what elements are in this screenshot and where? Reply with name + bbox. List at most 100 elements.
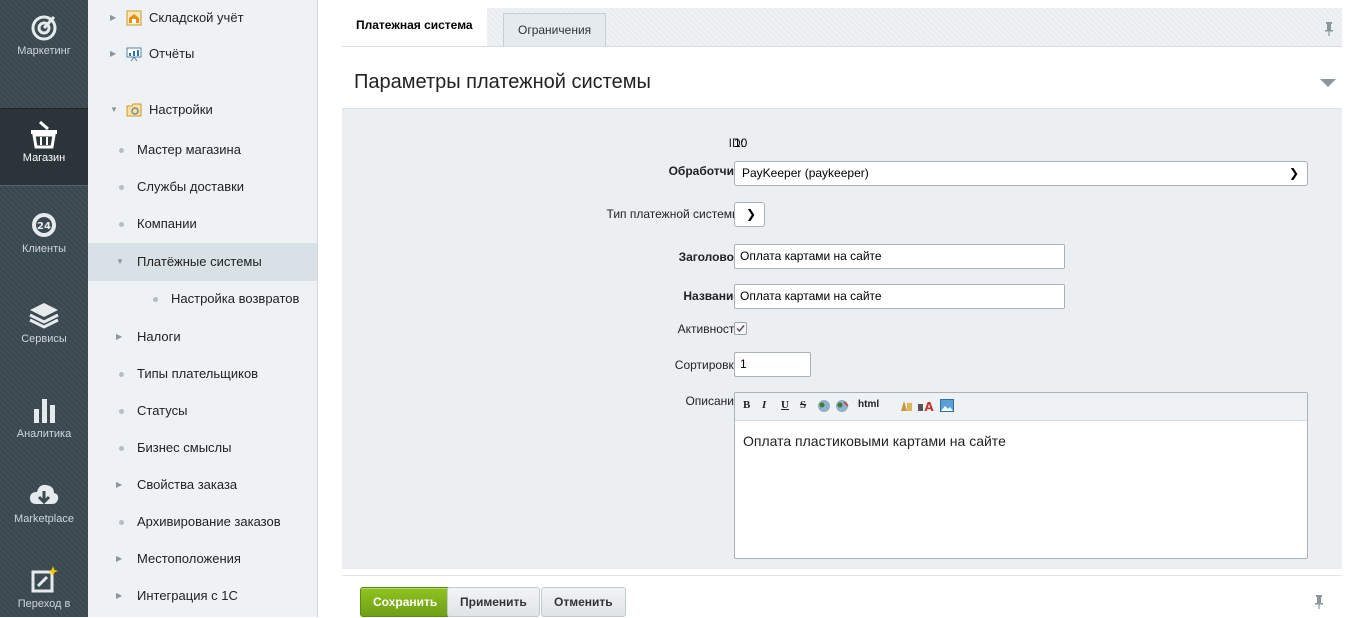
- bullet-icon: [119, 409, 124, 414]
- rail-label: Переход в: [17, 598, 71, 610]
- expand-arrow-icon[interactable]: ▶: [110, 36, 116, 72]
- apply-button[interactable]: Применить: [447, 587, 540, 617]
- italic-button[interactable]: I: [762, 399, 766, 411]
- pin-icon[interactable]: [1314, 595, 1324, 609]
- collapse-arrow-icon[interactable]: ▼: [116, 243, 124, 281]
- bullet-icon: [119, 222, 124, 227]
- rail-label: Аналитика: [16, 428, 72, 440]
- tree-item-1c-integration[interactable]: ▶ Интеграция с 1С: [88, 578, 317, 614]
- save-button[interactable]: Сохранить: [360, 587, 451, 617]
- tree-item-taxes[interactable]: ▶ Налоги: [88, 319, 317, 355]
- rail-item-analytics[interactable]: Аналитика: [0, 395, 88, 440]
- rail-item-services[interactable]: Сервисы: [0, 300, 88, 345]
- rail-label: Сервисы: [21, 333, 67, 345]
- payment-system-form: ID: 10 Обработчик: PayKeeper (paykeeper)…: [342, 108, 1342, 569]
- expand-arrow-icon[interactable]: ▶: [116, 319, 122, 355]
- navigation-tree: ▶ Складской учёт ▶ Отчёты ▼ Настройки Ма…: [88, 0, 318, 617]
- tree-item-label: Компании: [137, 216, 197, 231]
- tab-restrictions[interactable]: Ограничения: [503, 13, 607, 46]
- link-icon[interactable]: [817, 399, 831, 413]
- active-checkbox[interactable]: [734, 322, 747, 335]
- rail-label: Клиенты: [21, 243, 67, 255]
- tree-item-statuses[interactable]: Статусы: [88, 393, 317, 429]
- handler-label: Обработчик:: [668, 164, 744, 178]
- main-menu-rail: Маркетинг Магазин 24 Клиенты Сервисы Ана…: [0, 0, 88, 617]
- rail-item-marketing[interactable]: Маркетинг: [0, 12, 88, 57]
- tree-item-business-meanings[interactable]: Бизнес смыслы: [88, 430, 317, 466]
- svg-text:A: A: [924, 400, 934, 413]
- tab-payment-system[interactable]: Платежная система: [342, 8, 487, 46]
- tree-item-label: Статусы: [137, 403, 188, 418]
- insert-image-icon[interactable]: [940, 399, 954, 412]
- tree-item-label: Архивирование заказов: [137, 514, 281, 529]
- tree-item-delivery[interactable]: Службы доставки: [88, 169, 317, 205]
- ps-type-select[interactable]: ❯: [734, 202, 765, 227]
- cancel-button[interactable]: Отменить: [541, 587, 626, 617]
- pin-icon[interactable]: [1324, 22, 1334, 36]
- expand-arrow-icon[interactable]: ▶: [116, 467, 122, 503]
- edit-sparkle-icon: [31, 566, 58, 593]
- rail-item-marketplace[interactable]: Marketplace: [0, 480, 88, 525]
- insert-media-icon[interactable]: [899, 399, 913, 413]
- rail-label: Marketplace: [14, 513, 74, 525]
- tree-item-label: Настройка возвратов: [171, 291, 300, 306]
- tree-item-payment-systems[interactable]: ▼ Платёжные системы: [88, 243, 317, 281]
- expand-arrow-icon[interactable]: ▶: [116, 541, 122, 577]
- tree-item-companies[interactable]: Компании: [88, 206, 317, 242]
- collapse-triangle-icon[interactable]: [1320, 79, 1336, 88]
- tree-item-payer-types[interactable]: Типы плательщиков: [88, 356, 317, 392]
- settings-folder-icon: [126, 103, 142, 117]
- strike-button[interactable]: S: [800, 399, 806, 411]
- bullet-icon: [153, 297, 158, 302]
- tree-item-shop-wizard[interactable]: Мастер магазина: [88, 132, 317, 168]
- bullet-icon: [119, 185, 124, 190]
- tab-bar: Платежная система Ограничения: [342, 8, 1342, 47]
- tree-item-settings[interactable]: ▼ Настройки: [88, 92, 317, 128]
- rail-item-shop[interactable]: Магазин: [0, 108, 88, 186]
- underline-button[interactable]: U: [781, 399, 789, 411]
- editor-toolbar: B I U S html A: [735, 393, 1307, 421]
- cloud-download-icon: [30, 484, 59, 505]
- description-editor[interactable]: B I U S html A Оплата пластиковыми карта…: [734, 392, 1308, 559]
- form-footer: Сохранить Применить Отменить: [342, 575, 1342, 618]
- expand-arrow-icon[interactable]: ▶: [110, 0, 116, 36]
- layers-icon: [29, 303, 59, 329]
- description-text[interactable]: Оплата пластиковыми картами на сайте: [743, 433, 1006, 449]
- tree-item-reports[interactable]: ▶ Отчёты: [88, 36, 317, 72]
- tree-item-label: Свойства заказа: [137, 477, 238, 492]
- tree-item-warehouse[interactable]: ▶ Складской учёт: [88, 0, 317, 36]
- bold-button[interactable]: B: [743, 399, 750, 411]
- rail-item-goto[interactable]: Переход в: [0, 565, 88, 610]
- tree-item-label: Отчёты: [149, 46, 195, 61]
- handler-select[interactable]: PayKeeper (paykeeper) ❯: [734, 161, 1308, 186]
- main-content: Платежная система Ограничения Параметры …: [319, 0, 1358, 618]
- ps-type-label: Тип платежной системы:: [606, 207, 744, 221]
- clock-24-icon: 24: [32, 213, 56, 237]
- id-value: 10: [734, 136, 748, 150]
- name-input[interactable]: Оплата картами на сайте: [734, 284, 1065, 309]
- tree-item-locations[interactable]: ▶ Местоположения: [88, 541, 317, 577]
- rail-item-clients[interactable]: 24 Клиенты: [0, 210, 88, 255]
- unlink-icon[interactable]: [835, 399, 849, 413]
- chevron-down-icon: ❯: [1288, 166, 1299, 180]
- basket-icon: [31, 120, 57, 149]
- font-size-icon[interactable]: A: [918, 399, 936, 413]
- rail-label: Маркетинг: [17, 45, 71, 57]
- checkmark-icon: [736, 325, 745, 333]
- html-mode-button[interactable]: html: [858, 399, 879, 410]
- tree-item-label: Платёжные системы: [137, 254, 262, 269]
- tree-item-refund-settings[interactable]: Настройка возвратов: [88, 281, 317, 317]
- target-icon: [31, 15, 57, 41]
- handler-select-value: PayKeeper (paykeeper): [742, 166, 869, 180]
- sort-input[interactable]: 1: [734, 352, 811, 377]
- tree-item-label: Службы доставки: [137, 179, 245, 194]
- chevron-down-icon: ❯: [745, 207, 756, 221]
- collapse-arrow-icon[interactable]: ▼: [110, 92, 118, 128]
- tree-item-order-archiving[interactable]: Архивирование заказов: [88, 504, 317, 540]
- tree-item-label: Типы плательщиков: [137, 366, 259, 381]
- tree-item-label: Бизнес смыслы: [137, 440, 232, 455]
- expand-arrow-icon[interactable]: ▶: [116, 578, 122, 614]
- caption-input[interactable]: Оплата картами на сайте: [734, 244, 1065, 269]
- tree-item-label: Настройки: [149, 102, 213, 117]
- tree-item-order-properties[interactable]: ▶ Свойства заказа: [88, 467, 317, 503]
